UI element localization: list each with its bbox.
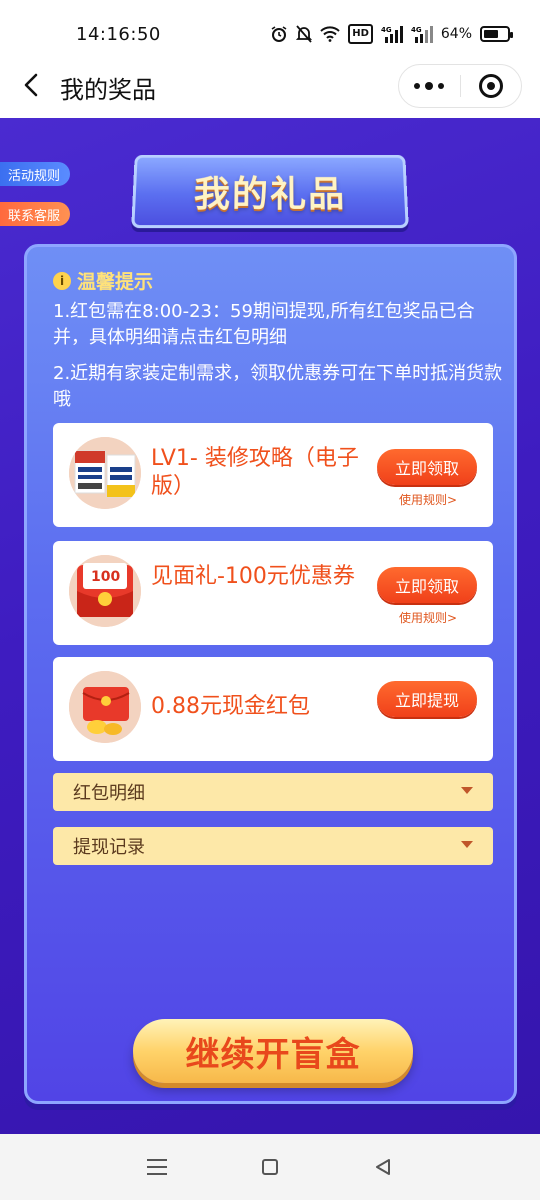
claim-button[interactable]: 立即领取 [377, 567, 477, 603]
prize-name: 0.88元现金红包 [151, 694, 310, 719]
info-icon: i [53, 271, 71, 290]
prize-card-guide: LV1- 装修攻略（电子版） 立即领取 使用规则> [53, 423, 493, 527]
svg-text:4G: 4G [411, 26, 422, 34]
red-envelope-image [69, 671, 141, 743]
battery-percent: 64% [440, 26, 472, 42]
usage-rules-link[interactable]: 使用规则> [399, 491, 457, 508]
dropdown-label: 红包明细 [73, 783, 145, 804]
prize-card-coupon: 100 见面礼-100元优惠券 立即领取 使用规则> [53, 541, 493, 645]
caret-down-icon [461, 841, 473, 848]
guide-book-image [69, 437, 141, 509]
close-target-icon [478, 74, 503, 98]
back-button[interactable] [16, 68, 46, 102]
dropdown-label: 提现记录 [73, 837, 145, 858]
status-icons: HD 4G 4G 64% [270, 24, 513, 44]
hd-badge: HD [348, 24, 373, 44]
tips-header: i 温馨提示 [53, 267, 153, 294]
banner-title: 我的礼品 [193, 174, 347, 215]
activity-rules-tab[interactable]: 活动规则 [0, 162, 71, 186]
tip-line-2: 2.近期有家装定制需求，领取优惠券可在下单时抵消货款哦 [53, 363, 503, 410]
prize-panel: i 温馨提示 1.红包需在8:00-23：59期间提现,所有红包奖品已合并，具体… [24, 244, 517, 1104]
mini-program-capsule [398, 64, 522, 108]
battery-level [484, 30, 499, 38]
caret-down-icon [461, 787, 473, 794]
signal-icon-2: 4G [411, 24, 433, 44]
alarm-icon [270, 24, 288, 44]
wifi-icon [320, 24, 340, 44]
triangle-back-icon [376, 1159, 391, 1175]
signal-icon: 4G [381, 24, 403, 44]
prize-name: LV1- 装修攻略（电子版） [151, 446, 359, 499]
claim-button[interactable]: 立即领取 [377, 449, 477, 485]
usage-rules-link[interactable]: 使用规则> [399, 609, 457, 626]
coupon-amount: 100 [91, 569, 120, 585]
system-nav-bar [0, 1134, 540, 1200]
title-bar: 我的奖品 [0, 50, 540, 118]
mute-bell-icon [296, 24, 313, 44]
title-banner: 我的礼品 [131, 154, 409, 229]
home-icon [261, 1159, 278, 1175]
withdraw-records-dropdown[interactable]: 提现记录 [53, 827, 493, 865]
tips-title: 温馨提示 [77, 271, 154, 293]
contact-service-tab[interactable]: 联系客服 [0, 202, 71, 226]
main-content: 活动规则 联系客服 我的礼品 i 温馨提示 1.红包需在8:00-23：59期间… [0, 118, 540, 1134]
red-packet-detail-dropdown[interactable]: 红包明细 [53, 773, 493, 811]
prize-name: 见面礼-100元优惠券 [151, 564, 355, 589]
battery-icon [480, 26, 513, 42]
svg-text:4G: 4G [381, 26, 392, 34]
withdraw-button[interactable]: 立即提现 [377, 681, 477, 717]
chevron-left-icon [24, 73, 38, 97]
page-title: 我的奖品 [60, 76, 156, 104]
coupon-image: 100 [69, 555, 141, 627]
cta-label: 继续开盲盒 [185, 1034, 361, 1075]
home-button[interactable] [250, 1147, 290, 1187]
prize-card-cash: 0.88元现金红包 立即提现 [53, 657, 493, 761]
continue-blind-box-button[interactable]: 继续开盲盒 [133, 1019, 413, 1083]
back-nav-button[interactable] [363, 1147, 403, 1187]
menu-button[interactable] [137, 1147, 177, 1187]
close-button[interactable] [460, 64, 521, 108]
status-time: 14:16:50 [76, 24, 161, 45]
menu-icon [146, 1159, 167, 1175]
more-button[interactable] [399, 64, 460, 108]
tip-line-1: 1.红包需在8:00-23：59期间提现,所有红包奖品已合并，具体明细请点击红包… [53, 301, 475, 348]
